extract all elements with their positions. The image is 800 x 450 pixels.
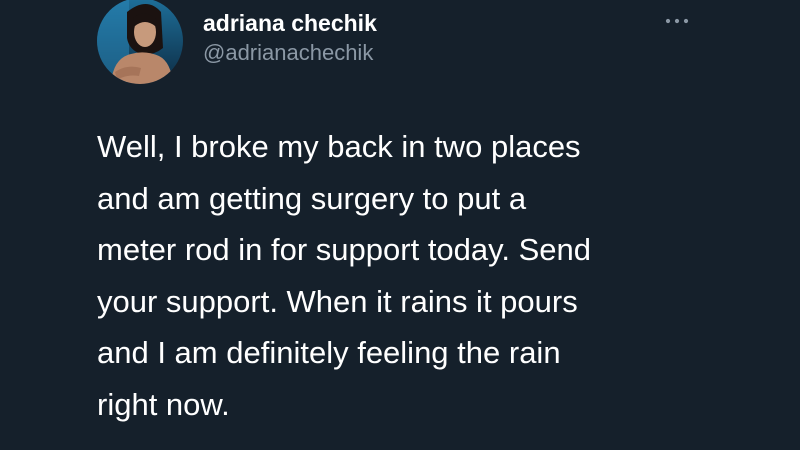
- more-options-button[interactable]: [663, 14, 691, 28]
- tweet-text-line: your support. When it rains it pours: [97, 283, 578, 319]
- tweet-text-line: meter rod in for support today. Send: [97, 232, 591, 267]
- tweet-text-line: and am getting surgery to put a: [97, 180, 527, 216]
- tweet-text-line: Well, I broke my back in two places: [97, 129, 581, 164]
- tweet-text-line: right now.: [97, 386, 230, 422]
- tweet-text: Well, I broke my back in two places and …: [97, 121, 777, 430]
- avatar[interactable]: [97, 0, 183, 84]
- user-handle[interactable]: @adrianachechik: [203, 40, 373, 66]
- tweet-card: adriana chechik @adrianachechik Well, I …: [0, 0, 800, 450]
- tweet-text-line: and I am definitely feeling the rain: [97, 335, 561, 370]
- display-name[interactable]: adriana chechik: [203, 10, 377, 37]
- profile-photo-icon: [97, 0, 183, 84]
- more-horizontal-icon: [665, 18, 689, 24]
